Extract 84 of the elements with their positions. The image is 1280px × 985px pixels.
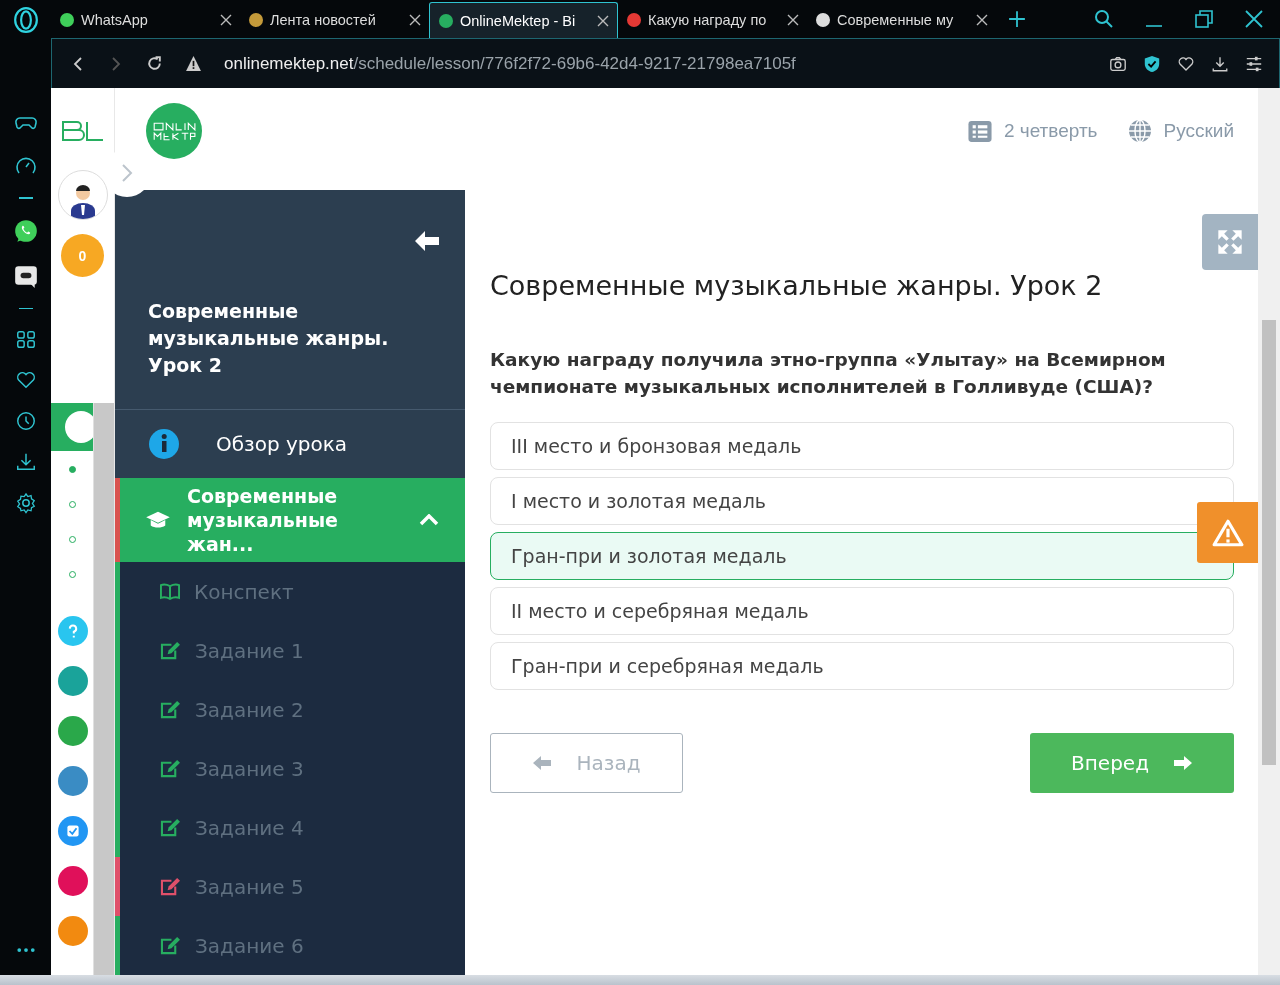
edit-icon	[160, 759, 181, 778]
site-icon	[626, 12, 642, 28]
globe-icon	[1127, 119, 1152, 143]
close-icon[interactable]	[976, 14, 988, 26]
task-link[interactable]: Задание 5	[115, 857, 465, 916]
quarter-selector[interactable]: 2 четверть	[967, 119, 1098, 143]
overview-link[interactable]: Обзор урока	[115, 410, 465, 478]
close-icon[interactable]	[220, 14, 232, 26]
whatsapp-icon[interactable]	[12, 217, 39, 244]
list-icon	[967, 120, 992, 142]
book-icon	[160, 583, 180, 600]
task-link[interactable]: Задание 1	[115, 621, 465, 680]
task-link[interactable]: Задание 3	[115, 739, 465, 798]
more-icon[interactable]	[15, 947, 36, 953]
answer-option[interactable]: III место и бронзовая медаль	[490, 422, 1234, 470]
back-button[interactable]: Назад	[490, 733, 683, 793]
site-icon	[248, 12, 264, 28]
back-arrow-icon[interactable]	[413, 230, 441, 252]
close-icon[interactable]	[597, 14, 609, 27]
settings-icon[interactable]	[14, 492, 37, 514]
clock-icon[interactable]	[14, 410, 37, 432]
reload-icon[interactable]	[146, 55, 163, 72]
next-button[interactable]: Вперед	[1030, 733, 1234, 793]
site-icon	[59, 12, 75, 28]
avatar[interactable]	[57, 170, 108, 220]
browser-tab[interactable]: OnlineMektep - Bi	[429, 2, 618, 38]
edit-icon	[160, 818, 181, 837]
restore-icon[interactable]	[1194, 9, 1214, 29]
warning-icon	[1211, 518, 1244, 547]
shield-icon[interactable]	[1143, 54, 1161, 73]
language-selector[interactable]: Русский	[1127, 119, 1234, 143]
heart-icon[interactable]	[1177, 54, 1195, 73]
coin-counter[interactable]: 0	[61, 234, 104, 277]
lesson-title: Современные музыкальные жанры. Урок 2	[148, 299, 390, 378]
browser-logo-icon[interactable]	[12, 7, 39, 33]
close-icon[interactable]	[787, 14, 799, 26]
checkbox-app-icon[interactable]	[57, 816, 88, 846]
browser-tab[interactable]: Современные му	[807, 2, 996, 38]
answer-option[interactable]: I место и золотая медаль	[490, 477, 1234, 525]
app-icon[interactable]	[57, 716, 88, 746]
browser-tab[interactable]: Лента новостей	[240, 2, 429, 38]
browser-tab[interactable]: Какую награду по	[618, 2, 807, 38]
add-tab-icon[interactable]	[1008, 10, 1026, 28]
info-icon	[148, 428, 180, 460]
edit-icon	[160, 641, 181, 660]
grid-icon[interactable]	[14, 328, 37, 350]
camera-icon[interactable]	[1109, 54, 1127, 73]
app-icon[interactable]	[57, 866, 88, 896]
search-icon[interactable]	[1094, 9, 1114, 29]
task-link[interactable]: Конспект	[115, 562, 465, 621]
address-field[interactable]: onlinemektep.net/schedule/lesson/776f2f72-69b6-42d4-9217-21798ea7105f	[224, 53, 796, 74]
task-link[interactable]: Задание 2	[115, 680, 465, 739]
scrollbar[interactable]	[1258, 88, 1280, 975]
edit-icon	[160, 936, 181, 955]
lesson-heading: Современные музыкальные жанры. Урок 2	[490, 269, 1104, 303]
heart-icon[interactable]	[14, 369, 37, 391]
arrow-left-icon	[532, 755, 553, 771]
edit-icon	[160, 877, 181, 896]
section-header[interactable]: Современные музыкальные жан...	[115, 478, 465, 562]
site-icon	[438, 12, 454, 29]
expand-arrows-icon	[1216, 228, 1244, 256]
question-text: Какую награду получила этно-группа «Улытау» на Всемирном чемпионате музыкальных исполнителей в Голливуде (США)?	[490, 348, 1167, 399]
brand-logo-icon[interactable]	[60, 120, 105, 142]
close-icon[interactable]	[409, 14, 421, 26]
settings-sliders-icon[interactable]	[1245, 54, 1263, 73]
task-link[interactable]: Задание 4	[115, 798, 465, 857]
download-icon[interactable]	[14, 451, 37, 473]
collapse-caret-icon	[419, 514, 439, 526]
answer-option[interactable]: Гран-при и серебряная медаль	[490, 642, 1234, 690]
close-icon[interactable]	[1244, 9, 1264, 29]
step-dot[interactable]	[69, 466, 76, 473]
warning-icon[interactable]	[185, 55, 202, 72]
site-icon	[815, 12, 831, 28]
browser-tab[interactable]: WhatsApp	[51, 2, 240, 38]
chevron-right-icon	[121, 163, 133, 183]
answer-option[interactable]: II место и серебряная медаль	[490, 587, 1234, 635]
app-icon[interactable]	[57, 666, 88, 696]
scrollbar[interactable]	[93, 403, 114, 975]
arrow-right-icon	[1172, 755, 1193, 771]
graduation-cap-icon	[145, 510, 171, 530]
app-icon[interactable]	[57, 766, 88, 796]
download-icon[interactable]	[1211, 54, 1229, 73]
edit-icon	[160, 700, 181, 719]
answer-option[interactable]: Гран-при и золотая медаль	[490, 532, 1234, 580]
